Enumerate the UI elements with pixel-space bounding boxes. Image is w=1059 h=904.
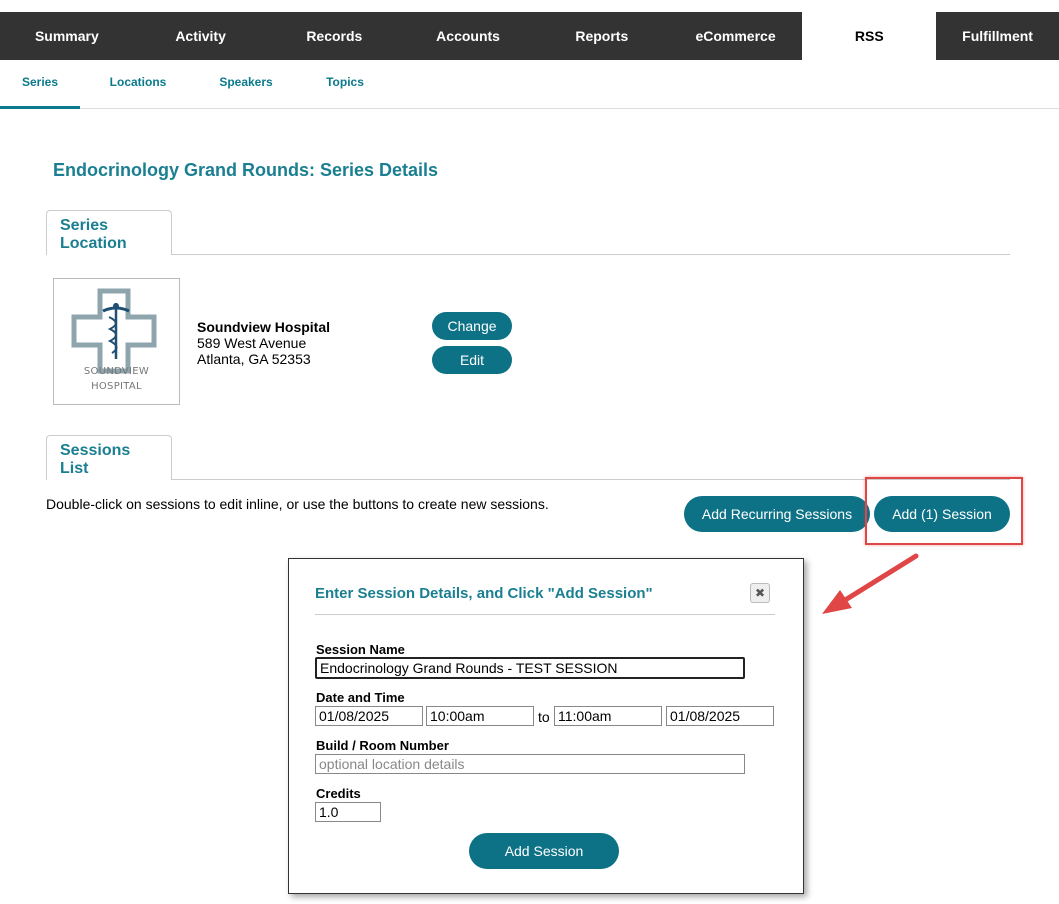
subtab-locations[interactable]: Locations	[103, 60, 173, 106]
tab-reports[interactable]: Reports	[535, 12, 669, 60]
end-date-input[interactable]	[666, 706, 774, 726]
tab-records[interactable]: Records	[267, 12, 401, 60]
to-label: to	[538, 709, 550, 725]
tab-rss[interactable]: RSS	[802, 12, 937, 60]
edit-location-button[interactable]: Edit	[432, 346, 512, 374]
location-logo: SOUNDVIEW HOSPITAL	[53, 278, 180, 405]
tab-accounts[interactable]: Accounts	[401, 12, 535, 60]
change-location-button[interactable]: Change	[432, 312, 512, 340]
location-name: Soundview Hospital	[197, 319, 331, 335]
room-number-label: Build / Room Number	[316, 738, 449, 753]
tab-activity[interactable]: Activity	[134, 12, 268, 60]
divider	[315, 614, 775, 615]
sub-nav: Series Locations Speakers Topics	[0, 60, 1059, 109]
date-time-label: Date and Time	[316, 690, 405, 705]
tab-summary[interactable]: Summary	[0, 12, 134, 60]
series-location-tab-label: Series Location	[60, 217, 127, 252]
end-time-input[interactable]	[554, 706, 662, 726]
divider	[171, 254, 1010, 255]
start-date-input[interactable]	[315, 706, 423, 726]
location-address-line2: Atlanta, GA 52353	[197, 351, 311, 367]
tab-ecommerce[interactable]: eCommerce	[669, 12, 803, 60]
sessions-list-tab-label: Sessions List	[60, 442, 131, 477]
logo-text-line1: SOUNDVIEW	[83, 366, 150, 377]
session-name-input[interactable]	[315, 657, 745, 679]
subtab-topics[interactable]: Topics	[320, 60, 370, 106]
highlight-box	[865, 477, 1023, 545]
dialog-title: Enter Session Details, and Click "Add Se…	[315, 585, 653, 602]
page-title: Endocrinology Grand Rounds: Series Detai…	[53, 160, 439, 180]
credits-label: Credits	[316, 786, 361, 801]
add-recurring-sessions-button[interactable]: Add Recurring Sessions	[684, 496, 870, 532]
sessions-list-tab: Sessions List	[46, 435, 172, 480]
logo-text-line2: HOSPITAL	[91, 381, 142, 392]
location-address-line1: 589 West Avenue	[197, 335, 307, 351]
add-session-dialog: Enter Session Details, and Click "Add Se…	[288, 558, 804, 894]
sessions-instructions: Double-click on sessions to edit inline,…	[46, 496, 549, 512]
series-location-tab: Series Location	[46, 210, 172, 255]
top-nav: Summary Activity Records Accounts Report…	[0, 12, 1059, 60]
room-number-input[interactable]	[315, 754, 745, 774]
session-name-label: Session Name	[316, 642, 405, 657]
add-session-button[interactable]: Add Session	[469, 833, 619, 869]
subtab-series[interactable]: Series	[0, 60, 80, 109]
close-icon[interactable]: ✖	[750, 583, 770, 603]
start-time-input[interactable]	[426, 706, 534, 726]
subtab-speakers[interactable]: Speakers	[213, 60, 279, 106]
tab-fulfillment[interactable]: Fulfillment	[936, 12, 1059, 60]
credits-input[interactable]	[315, 802, 381, 822]
